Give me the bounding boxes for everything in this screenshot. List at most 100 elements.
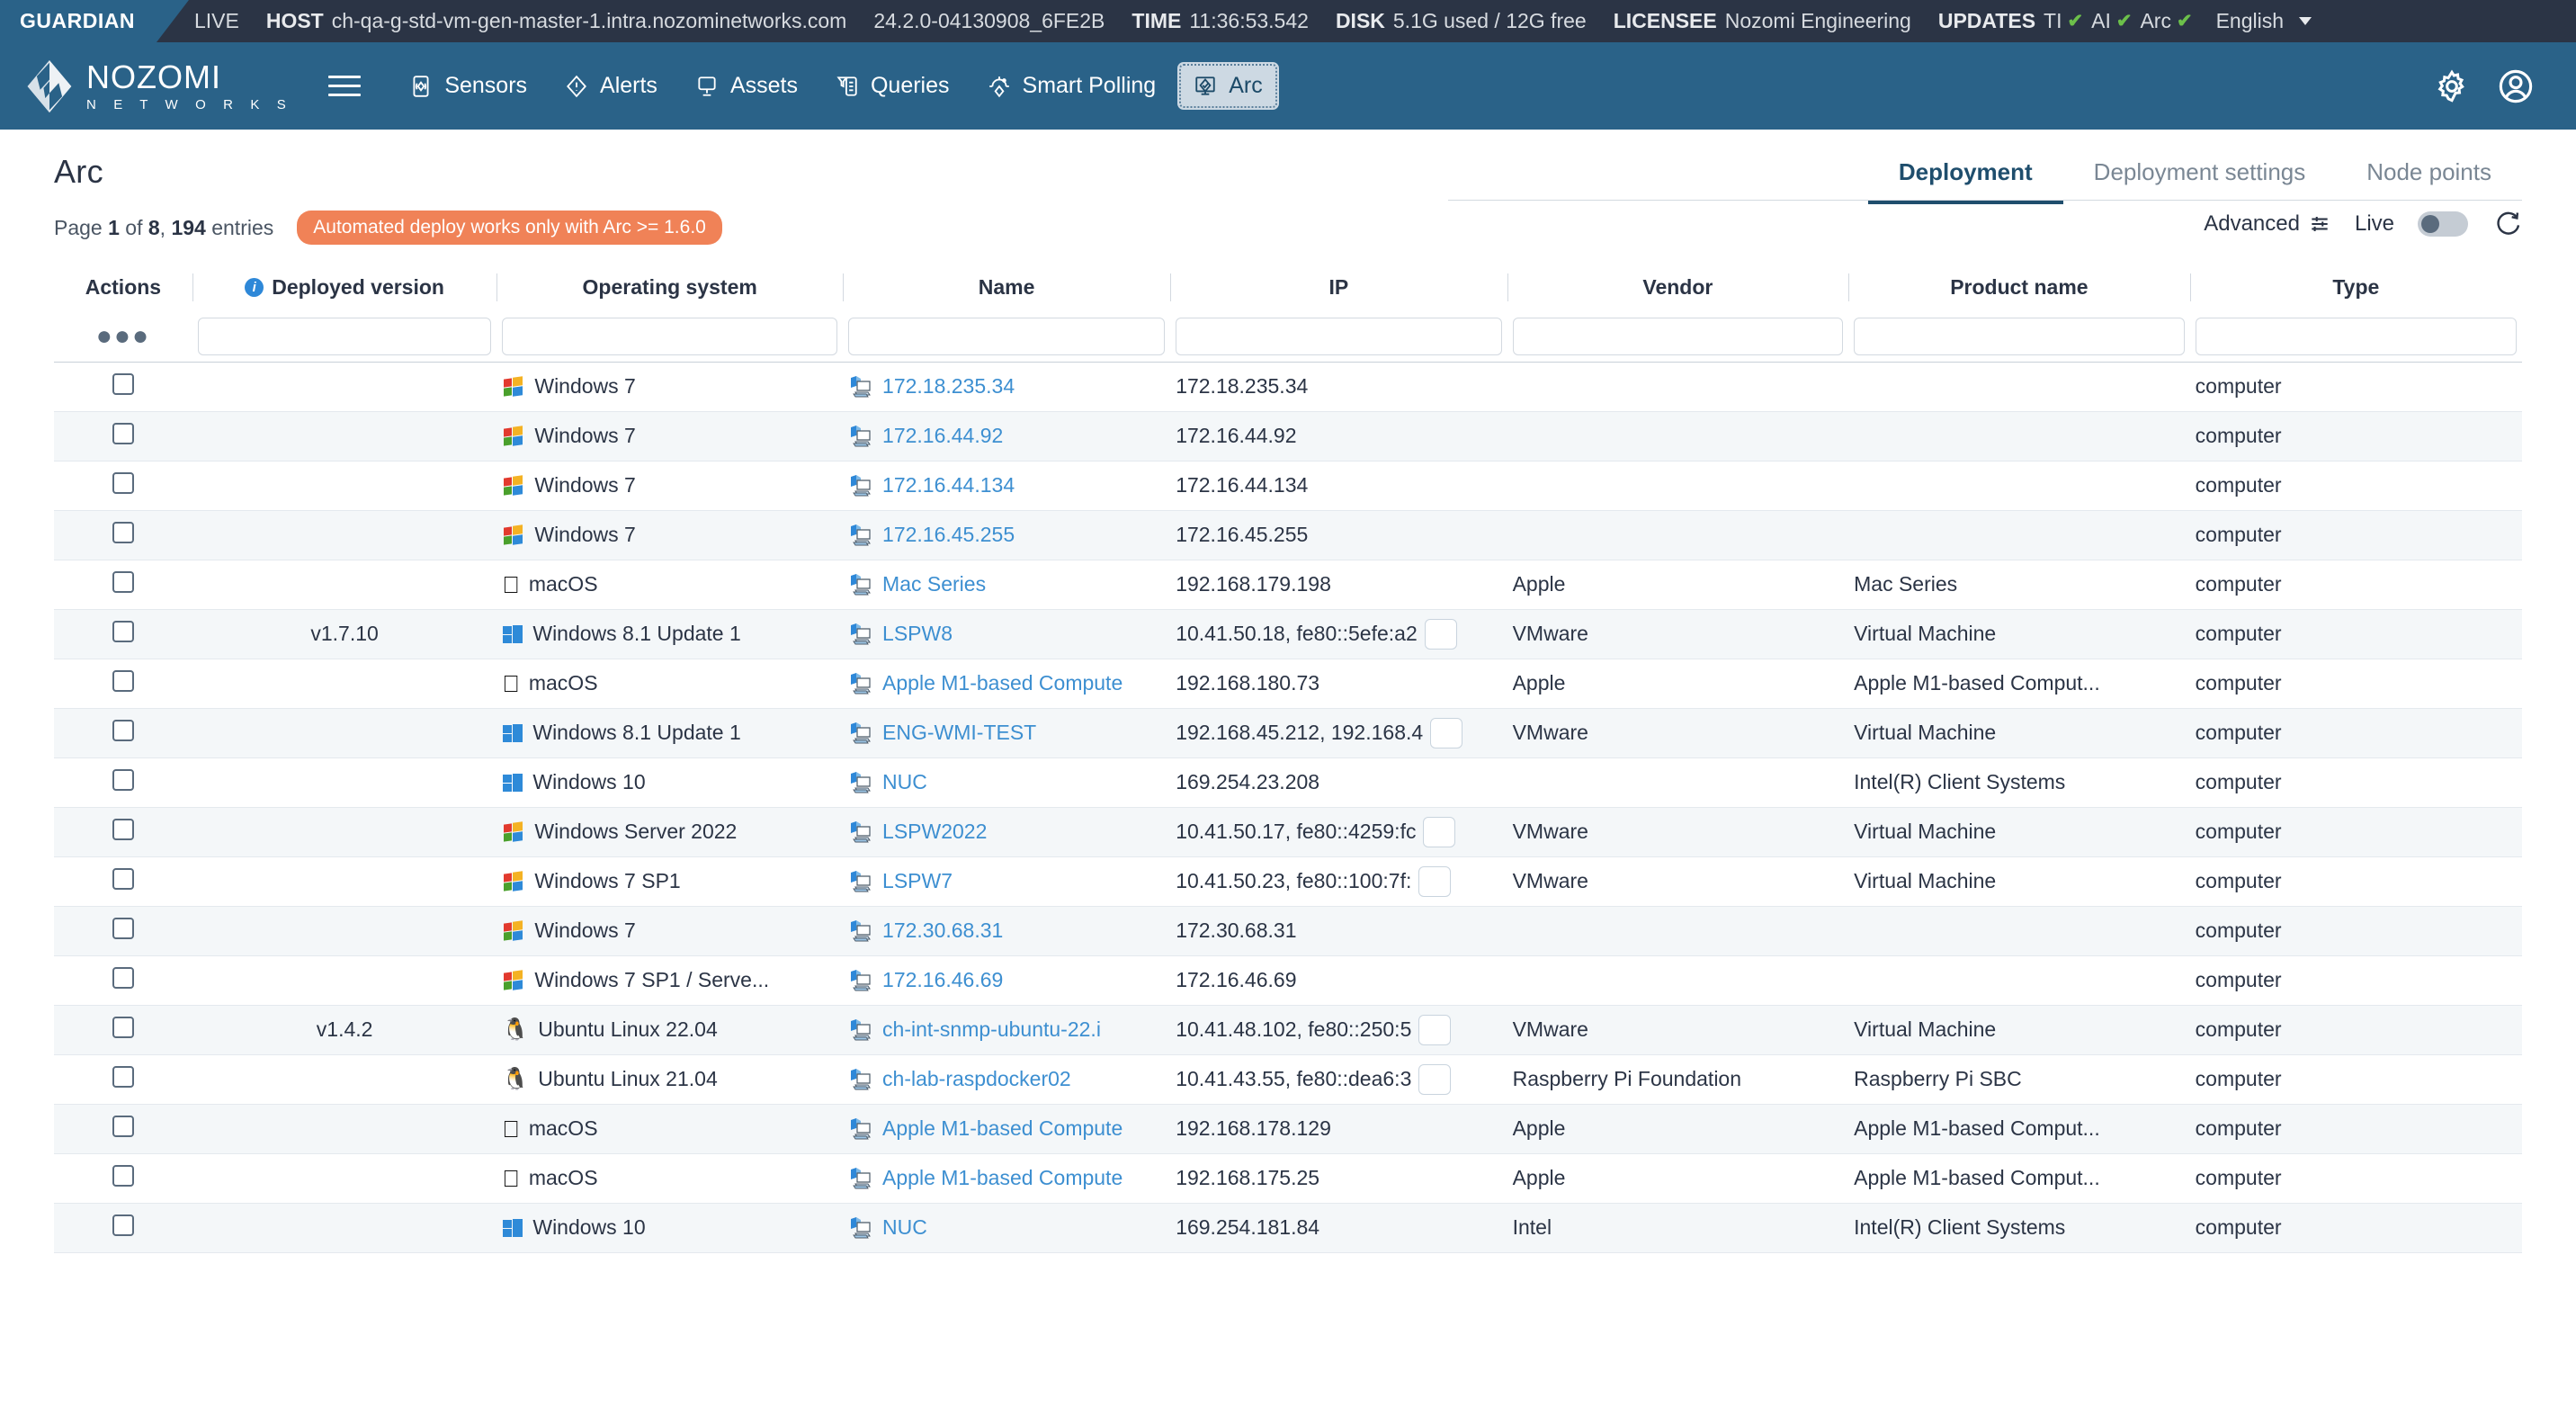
ip-more-button[interactable] (1418, 865, 1452, 897)
gear-icon[interactable] (2434, 68, 2470, 104)
filter-input-operating-system[interactable] (502, 318, 838, 356)
nav-item-sensors[interactable]: Sensors (393, 62, 543, 110)
ip-more-button[interactable] (1418, 1063, 1452, 1095)
nav-item-alerts[interactable]: Alerts (549, 62, 674, 110)
asset-name-link[interactable]: LSPW8 (882, 622, 953, 646)
advanced-filter-button[interactable]: Advanced (2204, 211, 2331, 237)
row-checkbox[interactable] (112, 867, 134, 890)
row-checkbox[interactable] (112, 768, 134, 791)
row-checkbox[interactable] (112, 818, 134, 840)
row-checkbox[interactable] (112, 1115, 134, 1137)
row-checkbox[interactable] (112, 966, 134, 989)
menu-toggle-icon[interactable] (328, 76, 362, 96)
filter-input-type[interactable] (2195, 318, 2517, 356)
entries-count: 194 (171, 215, 206, 239)
row-checkbox[interactable] (112, 372, 134, 395)
row-checkbox[interactable] (112, 570, 134, 593)
windows7-icon (502, 870, 525, 893)
table-row[interactable]: v1.4.2 🐧 Ubuntu Linux 22.04 ch-int-snmp-ubu… (54, 1005, 2522, 1054)
asset-name-link[interactable]: NUC (882, 770, 927, 794)
table-row[interactable]: macOS Mac Series 192.168.179.198 Apple Mac … (54, 560, 2522, 609)
row-checkbox[interactable] (112, 1065, 134, 1088)
table-row[interactable]: 🐧 Ubuntu Linux 21.04 ch-lab-raspdocker02 10… (54, 1054, 2522, 1104)
live-toggle[interactable] (2418, 211, 2468, 237)
computer-icon (851, 919, 871, 941)
filter-input-ip[interactable] (1176, 318, 1502, 356)
filter-input-product-name[interactable] (1854, 318, 2185, 356)
cell-vendor: VMware (1512, 869, 1588, 892)
asset-name-link[interactable]: NUC (882, 1215, 927, 1240)
computer-icon (851, 623, 871, 644)
ellipsis-icon[interactable]: ●●● (96, 321, 150, 351)
cell-actions (54, 955, 192, 1005)
ip-more-button[interactable] (1430, 717, 1463, 748)
nav-item-arc[interactable]: Arc (1177, 62, 1279, 110)
row-checkbox[interactable] (112, 620, 134, 642)
asset-name-link[interactable]: Apple M1-based Compute (882, 1166, 1123, 1190)
ip-more-button[interactable] (1423, 816, 1456, 847)
time-label: TIME (1131, 9, 1182, 32)
ip-more-button[interactable] (1418, 1014, 1452, 1045)
table-row[interactable]: Windows Server 2022 LSPW2022 10.41.50.17, … (54, 807, 2522, 856)
asset-name-link[interactable]: ENG-WMI-TEST (882, 721, 1036, 745)
table-row[interactable]: Windows 7 172.18.235.34 172.18.235.34 compu… (54, 362, 2522, 411)
cell-type: computer (2195, 721, 2282, 744)
licensee-value: Nozomi Engineering (1724, 9, 1911, 32)
refresh-icon[interactable] (2491, 209, 2522, 239)
cell-name: Apple M1-based Compute (843, 659, 1170, 708)
row-checkbox[interactable] (112, 1016, 134, 1038)
table-row[interactable]: macOS Apple M1-based Compute 192.168.175.… (54, 1153, 2522, 1203)
brand-logo[interactable]: NOZOMI N E T W O R K S (25, 59, 292, 113)
table-row[interactable]: Windows 8.1 Update 1 ENG-WMI-TEST 192.168.… (54, 708, 2522, 757)
table-row[interactable]: Windows 7 172.30.68.31 172.30.68.31 compute… (54, 906, 2522, 955)
table-row[interactable]: Windows 10 NUC 169.254.181.84 Intel Intel(R)… (54, 1203, 2522, 1252)
asset-name-link[interactable]: Apple M1-based Compute (882, 671, 1123, 695)
asset-name-link[interactable]: Apple M1-based Compute (882, 1116, 1123, 1141)
table-row[interactable]: Windows 7 172.16.44.92 172.16.44.92 compute… (54, 411, 2522, 461)
ip-more-button[interactable] (1424, 618, 1457, 650)
row-checkbox[interactable] (112, 669, 134, 692)
asset-name-link[interactable]: 172.18.235.34 (882, 374, 1015, 399)
asset-name-link[interactable]: ch-lab-raspdocker02 (882, 1067, 1071, 1091)
table-row[interactable]: v1.7.10 Windows 8.1 Update 1 LSPW8 10.41.50… (54, 609, 2522, 659)
table-row[interactable]: macOS Apple M1-based Compute 192.168.180.… (54, 659, 2522, 708)
language-selector[interactable]: English (2193, 9, 2312, 33)
table-row[interactable]: Windows 7 SP1 / Serve... 172.16.46.69 172.… (54, 955, 2522, 1005)
table-row[interactable]: Windows 10 NUC 169.254.23.208 Intel(R) Clie… (54, 757, 2522, 807)
cell-ip: 10.41.50.18, fe80::5efe:a2 (1170, 609, 1507, 659)
table-row[interactable]: Windows 7 SP1 LSPW7 10.41.50.23, fe80::100… (54, 856, 2522, 906)
row-checkbox[interactable] (112, 917, 134, 939)
nav-item-assets[interactable]: Assets (679, 62, 814, 110)
cell-operating-system: 🐧 Ubuntu Linux 21.04 (496, 1054, 843, 1104)
asset-name-link[interactable]: LSPW2022 (882, 820, 987, 844)
arc-version-warning-badge: Automated deploy works only with Arc >= … (297, 211, 722, 245)
table-row[interactable]: Windows 7 172.16.45.255 172.16.45.255 compu… (54, 510, 2522, 560)
nav-item-queries[interactable]: Queries (819, 62, 966, 110)
asset-name-link[interactable]: Mac Series (882, 572, 986, 596)
asset-name-link[interactable]: 172.16.44.134 (882, 473, 1015, 497)
asset-name-link[interactable]: 172.16.44.92 (882, 424, 1003, 448)
filter-input-vendor[interactable] (1512, 318, 1844, 356)
row-checkbox[interactable] (112, 471, 134, 494)
asset-name-link[interactable]: ch-int-snmp-ubuntu-22.i (882, 1017, 1101, 1042)
row-checkbox[interactable] (112, 1164, 134, 1187)
filter-input-name[interactable] (848, 318, 1166, 356)
table-row[interactable]: Windows 7 172.16.44.134 172.16.44.134 compu… (54, 461, 2522, 510)
disk-label: DISK (1335, 9, 1385, 32)
row-checkbox[interactable] (112, 422, 134, 444)
cell-ip-text: 10.41.50.17, fe80::4259:fc (1176, 820, 1417, 843)
info-icon[interactable]: i (245, 278, 264, 297)
asset-name-link[interactable]: LSPW7 (882, 869, 953, 893)
asset-name-link[interactable]: 172.16.45.255 (882, 523, 1015, 547)
filter-input-deployed-version[interactable] (197, 318, 492, 356)
user-account-icon[interactable] (2497, 67, 2535, 105)
cell-deployed-version (192, 856, 497, 906)
asset-name-link[interactable]: 172.30.68.31 (882, 919, 1003, 943)
asset-name-link[interactable]: 172.16.46.69 (882, 968, 1003, 992)
row-checkbox[interactable] (112, 521, 134, 543)
table-row[interactable]: macOS Apple M1-based Compute 192.168.178.… (54, 1104, 2522, 1153)
nav-item-smart-polling[interactable]: Smart Polling (971, 62, 1173, 110)
cell-type: computer (2195, 622, 2282, 645)
row-checkbox[interactable] (112, 719, 134, 741)
row-checkbox[interactable] (112, 1214, 134, 1236)
